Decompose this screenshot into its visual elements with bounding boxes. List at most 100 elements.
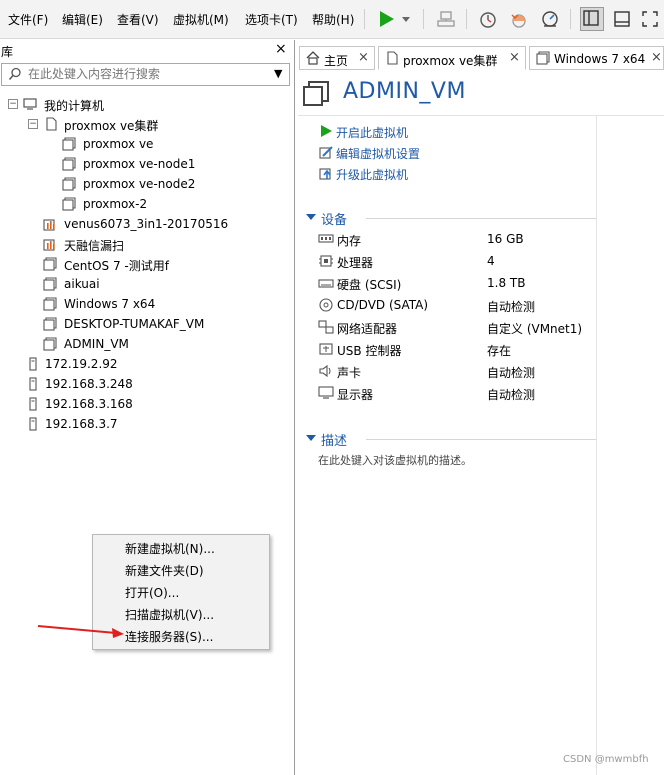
- search-icon: [8, 67, 21, 80]
- home-icon: [306, 51, 320, 65]
- tree-item-label: venus6073_3in1-20170516: [64, 217, 229, 231]
- tree-item-vm[interactable]: proxmox ve-node1: [62, 154, 282, 174]
- menu-item-new-vm[interactable]: 新建虚拟机(N)...: [125, 540, 215, 557]
- vm-icon: [536, 51, 550, 65]
- vm-icon: [62, 177, 76, 191]
- menu-vm[interactable]: 虚拟机(M): [173, 11, 229, 28]
- tree-item-server[interactable]: 172.19.2.92: [26, 354, 286, 374]
- menubar: 文件(F) 编辑(E) 查看(V) 虚拟机(M) 选项卡(T) 帮助(H): [0, 0, 664, 39]
- dropdown-icon[interactable]: [400, 9, 412, 29]
- tree-item-server[interactable]: 192.168.3.168: [26, 394, 286, 414]
- section-divider: [366, 218, 596, 219]
- collapse-triangle-icon: [306, 214, 316, 220]
- upgrade-icon: [319, 168, 331, 180]
- tree-item-vm[interactable]: DESKTOP-TUMAKAF_VM: [43, 314, 288, 334]
- column-divider: [596, 115, 597, 775]
- menu-view[interactable]: 查看(V): [117, 11, 159, 28]
- menu-help[interactable]: 帮助(H): [312, 11, 354, 28]
- device-value: 存在: [487, 344, 512, 358]
- tree-item-label: 192.168.3.248: [45, 377, 133, 391]
- menu-item-scan-vms[interactable]: 扫描虚拟机(V)...: [125, 606, 214, 623]
- tree-item-vm[interactable]: ADMIN_VM: [43, 334, 288, 354]
- vm-icon: [43, 257, 57, 271]
- close-icon[interactable]: ×: [651, 50, 662, 65]
- tree-item-vm[interactable]: proxmox ve: [62, 134, 282, 154]
- library-close-button[interactable]: ×: [275, 41, 287, 57]
- folder-icon: [44, 117, 58, 131]
- menu-edit[interactable]: 编辑(E): [62, 11, 103, 28]
- chevron-down-icon[interactable]: ▼: [274, 67, 282, 80]
- tree-item-vm[interactable]: Windows 7 x64: [43, 294, 288, 314]
- vm-icon: [43, 277, 57, 291]
- revert-snapshot-icon[interactable]: [509, 9, 529, 29]
- watermark: CSDN @mwmbfh: [563, 754, 649, 765]
- menu-file[interactable]: 文件(F): [8, 11, 48, 28]
- tab-proxmox-cluster[interactable]: proxmox ve集群 ×: [378, 46, 526, 70]
- tree-item-vm[interactable]: 天融信漏扫: [43, 234, 288, 254]
- tree-item-folder[interactable]: − proxmox ve集群: [28, 114, 288, 134]
- tree-item-vm[interactable]: CentOS 7 -测试用f: [43, 254, 288, 274]
- menu-item-open[interactable]: 打开(O)...: [125, 584, 179, 601]
- close-icon[interactable]: ×: [358, 50, 369, 65]
- library-search-box[interactable]: ▼: [1, 63, 290, 86]
- section-title: 设备: [321, 213, 348, 228]
- snapshot-manager-icon[interactable]: [540, 9, 560, 29]
- tree-item-my-computer[interactable]: − 我的计算机: [8, 94, 288, 114]
- tree-item-label: Windows 7 x64: [64, 297, 156, 311]
- send-keys-icon[interactable]: [436, 9, 456, 29]
- device-name: 网络适配器: [337, 322, 398, 336]
- tree-item-server[interactable]: 192.168.3.7: [26, 414, 286, 434]
- tab-windows7[interactable]: Windows 7 x64 ×: [529, 46, 664, 70]
- snapshot-icon[interactable]: [478, 9, 498, 29]
- section-title: 描述: [321, 434, 348, 449]
- tree-item-server[interactable]: 192.168.3.248: [26, 374, 286, 394]
- search-input[interactable]: [28, 66, 258, 82]
- console-view-icon[interactable]: [612, 9, 632, 29]
- tree-item-vm[interactable]: proxmox ve-node2: [62, 174, 282, 194]
- fullscreen-icon[interactable]: [640, 9, 660, 29]
- tree-item-label: proxmox ve: [83, 137, 154, 151]
- tree-item-label: 192.168.3.168: [45, 397, 133, 411]
- tree-item-vm[interactable]: proxmox-2: [62, 194, 282, 214]
- tree-item-label: ADMIN_VM: [64, 337, 129, 351]
- tree-item-label: DESKTOP-TUMAKAF_VM: [64, 317, 205, 331]
- collapse-icon[interactable]: −: [8, 99, 18, 109]
- tab-label: Windows 7 x64: [554, 52, 646, 66]
- toolbar-separator: [423, 9, 424, 29]
- vm-icon: [43, 317, 57, 331]
- device-name: 内存: [337, 234, 362, 248]
- device-name: 声卡: [337, 366, 362, 380]
- menu-tabs[interactable]: 选项卡(T): [245, 11, 298, 28]
- tree-item-vm[interactable]: venus6073_3in1-20170516: [43, 214, 288, 234]
- tree-item-label: CentOS 7 -测试用f: [64, 259, 169, 273]
- toolbar-separator: [570, 9, 571, 29]
- network-icon: [318, 320, 334, 334]
- tree-item-vm[interactable]: aikuai: [43, 274, 288, 294]
- device-value: 自动检测: [487, 388, 536, 402]
- vm-icon: [43, 297, 57, 311]
- pane-splitter[interactable]: [294, 40, 295, 775]
- collapse-icon[interactable]: −: [28, 119, 38, 129]
- menu-item-connect-server[interactable]: 连接服务器(S)...: [125, 628, 213, 645]
- menu-item-new-folder[interactable]: 新建文件夹(D): [125, 562, 204, 579]
- device-value: 自动检测: [487, 366, 536, 380]
- library-view-icon[interactable]: [580, 7, 604, 31]
- tab-home[interactable]: 主页 ×: [299, 46, 375, 70]
- tab-label: proxmox ve集群: [403, 54, 498, 68]
- vm-icon: [43, 337, 57, 351]
- harddisk-icon: [318, 279, 334, 288]
- description-field[interactable]: 在此处键入对该虚拟机的描述。: [318, 452, 472, 468]
- tree-item-label: proxmox ve集群: [64, 119, 159, 133]
- collapse-triangle-icon: [306, 435, 316, 441]
- device-value: 自动检测: [487, 300, 536, 314]
- play-icon[interactable]: [376, 9, 396, 29]
- cd-icon: [319, 298, 333, 312]
- tree-item-label: 我的计算机: [44, 99, 105, 113]
- close-icon[interactable]: ×: [509, 50, 520, 65]
- vm-icon: [62, 137, 76, 151]
- memory-icon: [318, 234, 334, 243]
- server-icon: [26, 357, 40, 371]
- device-name: 硬盘 (SCSI): [337, 278, 402, 292]
- folder-icon: [387, 51, 398, 65]
- device-value: 16 GB: [487, 232, 524, 246]
